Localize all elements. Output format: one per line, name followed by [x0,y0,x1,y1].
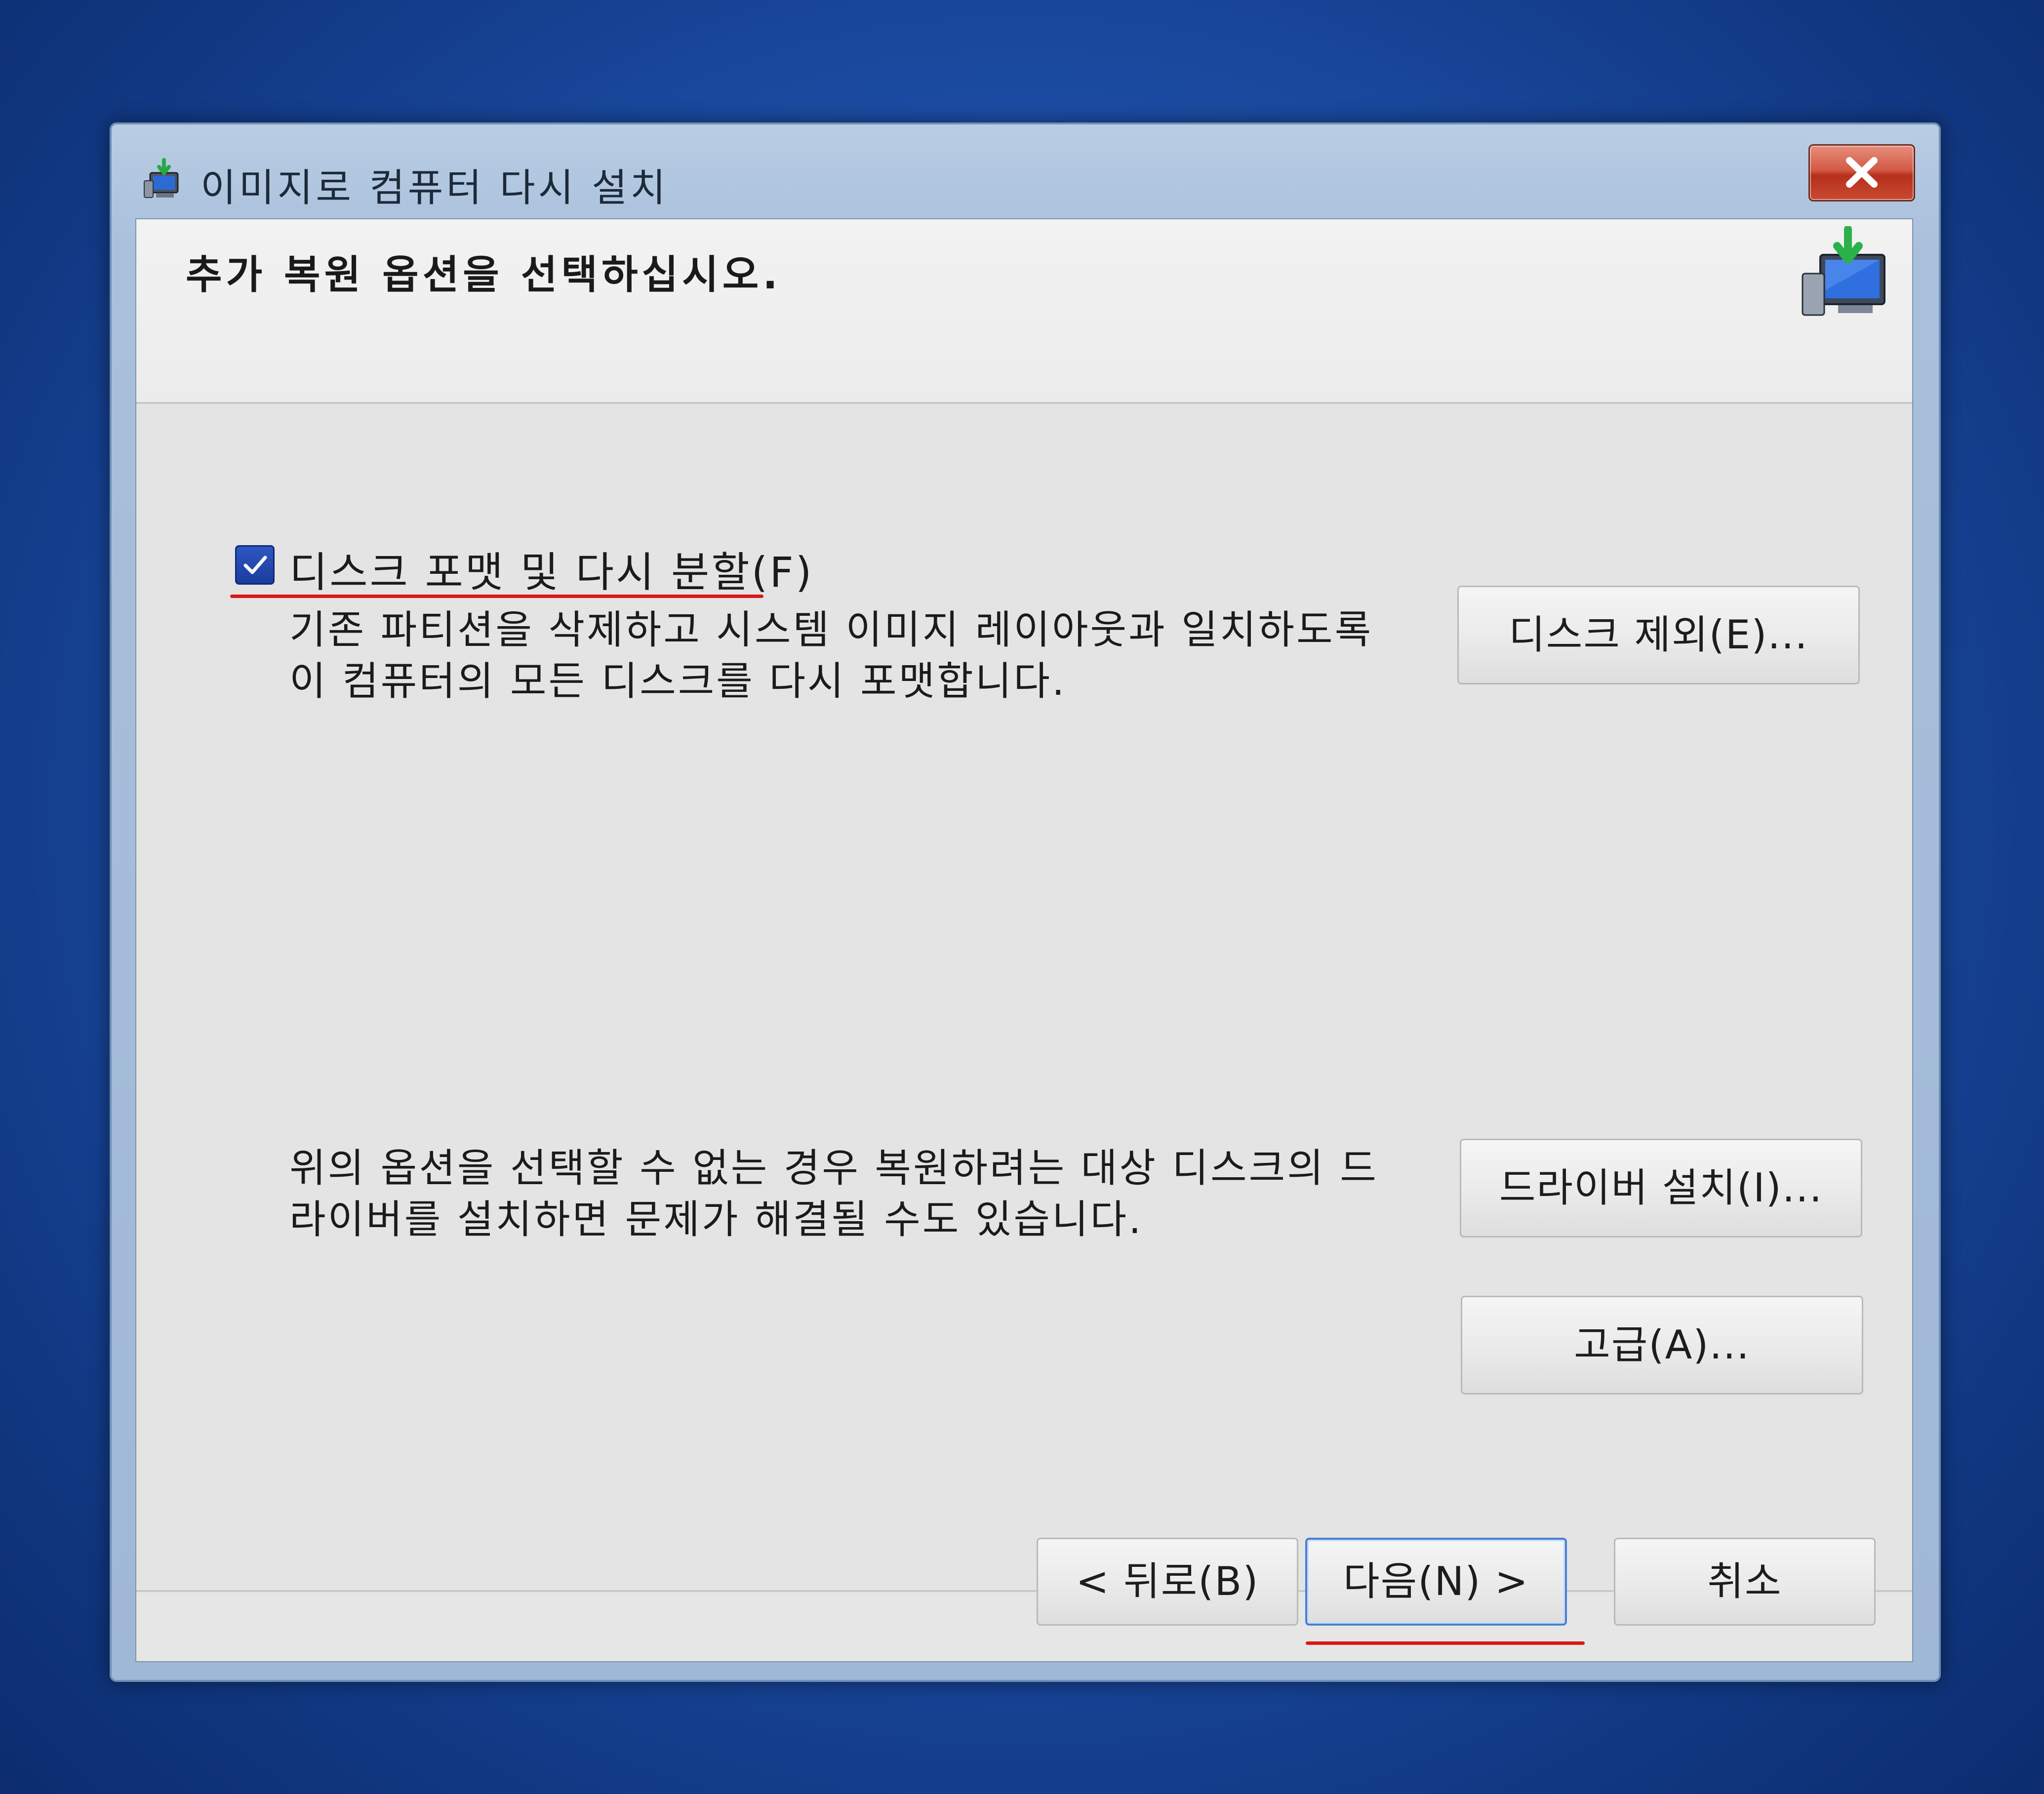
next-button[interactable]: 다음(N) > [1305,1538,1567,1626]
page-header: 추가 복원 옵션을 선택하십시오. [136,219,1912,404]
back-button[interactable]: < 뒤로(B) [1037,1538,1298,1626]
page-title: 추가 복원 옵션을 선택하십시오. [186,252,782,298]
annotation-underline-checkbox [230,595,763,598]
computer-restore-icon [1802,226,1885,316]
driver-note: 위의 옵션을 선택할 수 없는 경우 복원하려는 대상 디스크의 드 라이버를 … [289,1143,1378,1245]
close-button[interactable] [1808,144,1915,201]
dialog-content: 추가 복원 옵션을 선택하십시오. 디스크 포맷 및 다시 분할(F) 기존 파… [135,218,1913,1662]
cancel-button[interactable]: 취소 [1614,1538,1876,1626]
format-repartition-label[interactable]: 디스크 포맷 및 다시 분할(F) [289,539,813,599]
driver-note-line1: 위의 옵션을 선택할 수 없는 경우 복원하려는 대상 디스크의 드 [289,1145,1378,1191]
driver-note-line2: 라이버를 설치하면 문제가 해결될 수도 있습니다. [289,1196,1143,1242]
annotation-underline-next [1306,1641,1585,1645]
format-description-line2: 이 컴퓨터의 모든 디스크를 다시 포맷합니다. [289,658,1067,704]
computer-restore-icon [144,158,179,198]
format-description-line1: 기존 파티션을 삭제하고 시스템 이미지 레이아웃과 일치하도록 [289,607,1373,653]
close-icon [1846,157,1878,188]
advanced-button[interactable]: 고급(A)... [1461,1296,1863,1395]
title-bar[interactable]: 이미지로 컴퓨터 다시 설치 [112,124,1939,218]
format-repartition-checkbox[interactable] [235,545,275,585]
checkmark-icon [243,556,267,574]
window-title: 이미지로 컴퓨터 다시 설치 [200,166,669,210]
exclude-disks-button[interactable]: 디스크 제외(E)... [1457,586,1860,684]
format-description: 기존 파티션을 삭제하고 시스템 이미지 레이아웃과 일치하도록 이 컴퓨터의 … [289,604,1373,707]
restore-dialog-window: 이미지로 컴퓨터 다시 설치 추가 복원 옵션을 선택하십시오. 디스크 포맷 … [110,122,1941,1682]
install-driver-button[interactable]: 드라이버 설치(I)... [1460,1139,1862,1237]
